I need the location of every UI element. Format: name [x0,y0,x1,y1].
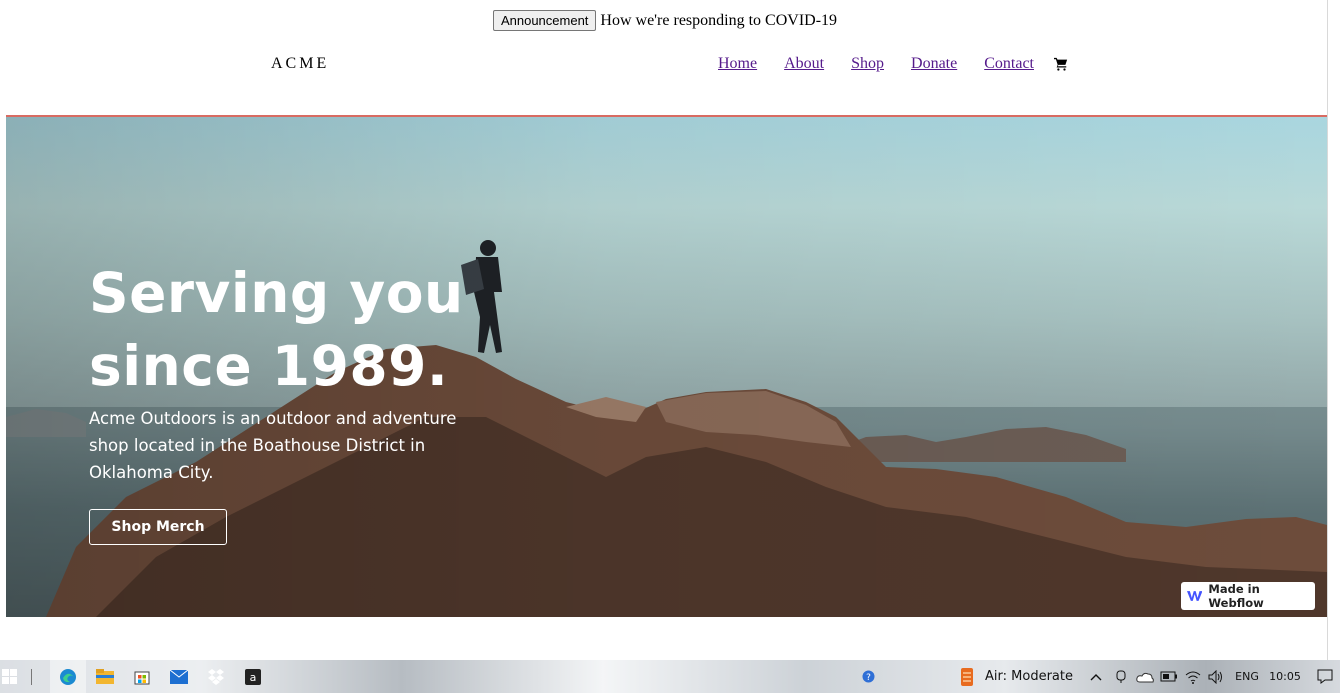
nav-home[interactable]: Home [718,55,757,73]
weather-icon[interactable] [955,660,979,693]
dropbox-icon[interactable] [201,660,231,693]
main-nav: Home About Shop Donate Contact [718,55,1068,73]
file-explorer-icon[interactable] [90,660,120,693]
nav-contact[interactable]: Contact [984,55,1034,73]
language-indicator[interactable]: ENG [1232,660,1262,693]
windows-taskbar: a ? Air: Moderate ENG 10:05 [0,660,1340,693]
svg-text:a: a [250,671,257,684]
hero-section: Serving you since 1989. Acme Outdoors is… [6,117,1327,617]
edge-icon[interactable] [50,660,86,693]
svg-text:?: ? [866,673,871,683]
weather-text: Air: Moderate [985,669,1073,684]
taskbar-divider [30,660,32,693]
brand-logo[interactable]: ACME [271,55,329,73]
store-icon[interactable] [127,660,157,693]
mail-icon[interactable] [164,660,194,693]
announcement-bar: Announcement How we're responding to COV… [0,10,1330,31]
announcement-button[interactable]: Announcement [492,10,597,31]
clock[interactable]: 10:05 [1266,660,1304,693]
hero-description: Acme Outdoors is an outdoor and adventur… [89,409,457,482]
made-in-webflow-badge[interactable]: Made in Webflow [1181,582,1315,610]
help-icon[interactable]: ? [858,660,878,693]
language-text: ENG [1235,670,1259,683]
shop-merch-button[interactable]: Shop Merch [89,509,227,545]
scrollbar-gutter [1327,0,1340,660]
webflow-logo-icon [1187,591,1203,601]
volume-icon[interactable] [1206,660,1226,693]
cart-icon[interactable] [1053,57,1068,71]
nav-about[interactable]: About [784,55,824,73]
clock-time: 10:05 [1269,670,1301,683]
nav-shop[interactable]: Shop [851,55,884,73]
chevron-up-icon[interactable] [1088,660,1104,693]
notification-icon[interactable] [1312,660,1338,693]
amazon-icon[interactable]: a [238,660,268,693]
onedrive-icon[interactable] [1134,660,1156,693]
windows-start-icon[interactable] [0,660,20,693]
nav-donate[interactable]: Donate [911,55,957,73]
hero-title-line-2: since 1989. [89,334,449,398]
meet-icon[interactable] [1112,660,1130,693]
hero-title-line-1: Serving you [89,261,464,325]
battery-icon[interactable] [1158,660,1180,693]
hero-title: Serving you since 1989. [89,257,509,403]
weather-text-container[interactable]: Air: Moderate [984,660,1074,693]
webflow-badge-label: Made in Webflow [1208,582,1264,610]
announcement-text: How we're responding to COVID-19 [600,11,838,29]
wifi-icon[interactable] [1183,660,1203,693]
